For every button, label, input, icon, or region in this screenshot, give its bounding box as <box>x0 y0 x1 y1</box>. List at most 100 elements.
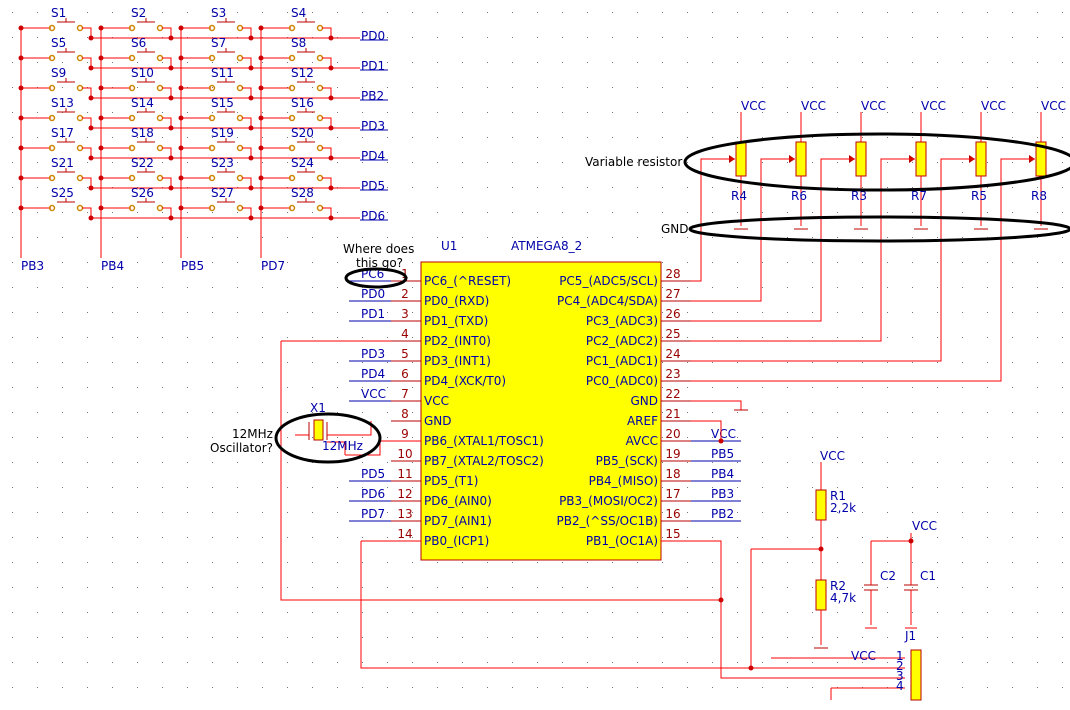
ic-right-pin-name: PC3_(ADC3) <box>586 314 658 328</box>
ic-ref-label: U1 <box>441 239 457 253</box>
ic-left-pin-name: PD5_(T1) <box>424 474 478 488</box>
switch-label: S18 <box>131 126 154 140</box>
ic-right-pin-number: 28 <box>665 267 680 281</box>
keypad-col-label: PB3 <box>21 259 44 273</box>
switch-label: S10 <box>131 66 154 80</box>
ic-right-pin-name: PB2_(^SS/OC1B) <box>557 514 659 528</box>
ic-right-pin-number: 24 <box>665 347 680 361</box>
connector-j1 <box>910 649 922 701</box>
pot-ref-label: R4 <box>731 189 747 203</box>
ic-left-pin-name: PB6_(XTAL1/TOSC1) <box>424 434 544 448</box>
c2-ref-label: C2 <box>880 569 896 583</box>
ic-left-pin-number: 13 <box>397 507 412 521</box>
keypad-col-label: PB5 <box>181 259 204 273</box>
keypad-col-label: PB4 <box>101 259 124 273</box>
ic-left-pin-number: 12 <box>397 487 412 501</box>
ic-right-pin-name: PC4_(ADC4/SDA) <box>557 294 658 308</box>
ic-left-pin-number: 2 <box>401 287 409 301</box>
ic-left-net-label: VCC <box>361 387 386 401</box>
ic-left-pin-number: 11 <box>397 467 412 481</box>
keypad-row-label: PD6 <box>361 209 385 223</box>
where-does-line2: this go? <box>356 256 403 270</box>
ic-right-pin-name: AREF <box>627 414 658 428</box>
switch-label: S24 <box>291 156 314 170</box>
switch-label: S23 <box>211 156 234 170</box>
pot-ref-label: R8 <box>1031 189 1047 203</box>
pot-vcc-label: VCC <box>861 99 886 113</box>
ic-left-pin-name: PC6_(^RESET) <box>424 274 511 288</box>
ic-left-pin-name: PD6_(AIN0) <box>424 494 492 508</box>
ic-left-pin-name: PD1_(TXD) <box>424 314 488 328</box>
ic-left-pin-name: PD7_(AIN1) <box>424 514 492 528</box>
switch-label: S12 <box>291 66 314 80</box>
ic-left-net-label: PD0 <box>361 287 385 301</box>
pot-vcc-label: VCC <box>1041 99 1066 113</box>
schematic-canvas: PB3 PB4 PB5 PD7 PD0 S1 S2 S3 S4 PD1 S5 S6 S7 S8 PB2 S9 S… <box>0 0 1070 710</box>
ic-left-pin-name: PD3_(INT1) <box>424 354 491 368</box>
keypad-row-label: PB2 <box>361 89 384 103</box>
potentiometer-body <box>975 141 987 177</box>
keypad-col-label: PD7 <box>261 259 285 273</box>
switch-label: S11 <box>211 66 234 80</box>
osc-note-line2: Oscillator? <box>210 441 273 455</box>
ic-right-net-label: PB3 <box>711 487 734 501</box>
ic-left-net-label: PD5 <box>361 467 385 481</box>
switch-label: S28 <box>291 186 314 200</box>
ic-right-pin-name: PC0_(ADC0) <box>586 374 658 388</box>
ic-left-pin-name: PB7_(XTAL2/TOSC2) <box>424 454 544 468</box>
ic-left-net-label: PD4 <box>361 367 385 381</box>
ic-right-pin-number: 25 <box>665 327 680 341</box>
ic-left-pin-number: 4 <box>401 327 409 341</box>
ic-right-pin-number: 21 <box>665 407 680 421</box>
ic-left-pin-number: 5 <box>401 347 409 361</box>
switch-label: S4 <box>291 6 306 20</box>
switch-label: S14 <box>131 96 154 110</box>
pot-vcc-label: VCC <box>741 99 766 113</box>
ic-right-net-label: PB2 <box>711 507 734 521</box>
pot-vcc-label: VCC <box>981 99 1006 113</box>
ic-right-pin-name: GND <box>630 394 658 408</box>
switch-label: S26 <box>131 186 154 200</box>
ic-right-pin-number: 22 <box>665 387 680 401</box>
ic-right-pin-number: 15 <box>665 527 680 541</box>
pot-ref-label: R6 <box>791 189 807 203</box>
switch-label: S13 <box>51 96 74 110</box>
ic-right-pin-name: PC1_(ADC1) <box>586 354 658 368</box>
divider-vcc-label: VCC <box>820 449 845 463</box>
potentiometer-body <box>915 141 927 177</box>
switch-label: S2 <box>131 6 146 20</box>
variable-resistor-note: Variable resistor <box>585 155 682 169</box>
ic-left-pin-number: 3 <box>401 307 409 321</box>
ic-right-pin-name: PC5_(ADC5/SCL) <box>559 274 658 288</box>
switch-label: S1 <box>51 6 66 20</box>
potentiometer-body <box>855 141 867 177</box>
switch-label: S20 <box>291 126 314 140</box>
keypad-row-label: PD3 <box>361 119 385 133</box>
ic-left-pin-name: VCC <box>424 394 449 408</box>
resistor-r2 <box>815 579 827 611</box>
crystal-value-label: 12MHz <box>322 439 363 453</box>
pot-vcc-label: VCC <box>921 99 946 113</box>
keypad-row-label: PD5 <box>361 179 385 193</box>
pot-ref-label: R5 <box>971 189 987 203</box>
ic-right-pin-number: 17 <box>665 487 680 501</box>
ic-right-pin-number: 27 <box>665 287 680 301</box>
switch-label: S3 <box>211 6 226 20</box>
switch-label: S19 <box>211 126 234 140</box>
ic-part-label: ATMEGA8_2 <box>511 239 582 253</box>
ic-left-net-label: PD6 <box>361 487 385 501</box>
keypad-row-label: PD0 <box>361 29 385 43</box>
switch-label: S9 <box>51 66 66 80</box>
switch-label: S8 <box>291 36 306 50</box>
ic-left-pin-number: 10 <box>397 447 412 461</box>
j1-pin-4: 4 <box>896 679 904 693</box>
ic-right-pin-name: PB4_(MISO) <box>589 474 658 488</box>
ic-right-pin-name: PB5_(SCK) <box>596 454 658 468</box>
r2-value-label: 4,7k <box>830 591 856 605</box>
keypad-row-label: PD4 <box>361 149 385 163</box>
switch-label: S6 <box>131 36 146 50</box>
crystal-body <box>313 419 324 441</box>
switch-label: S7 <box>211 36 226 50</box>
ic-left-pin-name: PD0_(RXD) <box>424 294 489 308</box>
ic-left-pin-number: 9 <box>401 427 409 441</box>
